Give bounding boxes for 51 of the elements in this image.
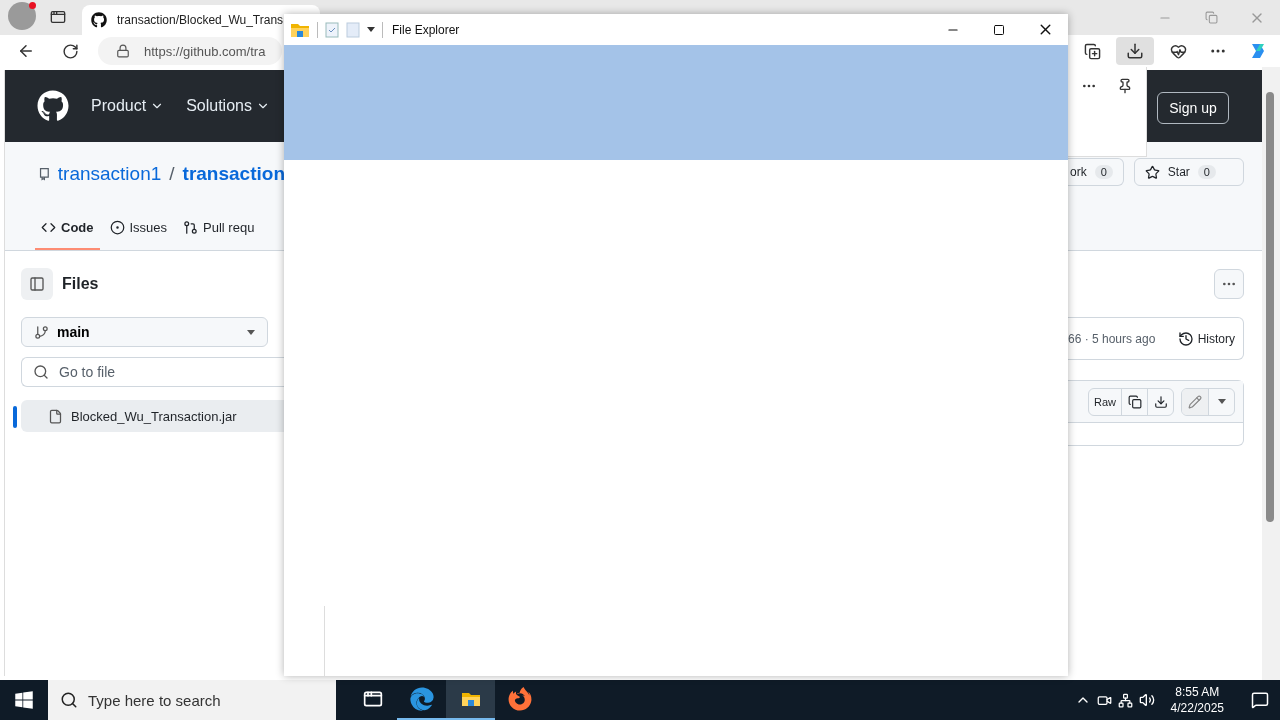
- selection-indicator: [13, 406, 17, 428]
- taskbar-app[interactable]: [446, 680, 495, 720]
- edge-icon: [409, 687, 434, 711]
- network-icon[interactable]: [1117, 692, 1133, 708]
- repo-tab[interactable]: Issues: [103, 206, 174, 250]
- caret-icon: [247, 329, 255, 335]
- address-bar[interactable]: https://github.com/tra: [98, 37, 282, 65]
- github-icon: [91, 12, 107, 28]
- caret-icon[interactable]: [367, 27, 375, 32]
- lock-icon: [116, 44, 130, 58]
- nav-link[interactable]: Solutions: [186, 97, 270, 115]
- issue-icon: [109, 219, 125, 235]
- notification-dot: [29, 1, 36, 9]
- repo-link[interactable]: transaction: [182, 163, 285, 185]
- files-title: Files: [62, 275, 99, 293]
- profile-avatar[interactable]: [8, 1, 36, 30]
- star-icon: [1144, 164, 1160, 180]
- sidebar-toggle-icon[interactable]: [21, 268, 53, 300]
- history-icon: [1177, 330, 1194, 347]
- history-button[interactable]: History: [1177, 330, 1235, 347]
- task-view-icon: [362, 689, 383, 709]
- star-button[interactable]: Star 0: [1133, 158, 1244, 186]
- scrollbar[interactable]: [1262, 67, 1280, 680]
- repo-icon: [39, 166, 50, 182]
- pull-request-icon: [183, 219, 199, 235]
- nav-link[interactable]: Product: [91, 97, 165, 115]
- branch-select[interactable]: main: [21, 317, 268, 347]
- download-icon[interactable]: [1116, 37, 1154, 65]
- clock[interactable]: 8:55 AM 4/22/2025: [1160, 684, 1234, 716]
- file-icon: [48, 408, 63, 424]
- owner-link[interactable]: transaction1: [57, 163, 162, 185]
- star-count: 0: [1197, 165, 1216, 179]
- browser-tab[interactable]: transaction/Blocked_Wu_Trans: [82, 5, 320, 35]
- properties-icon[interactable]: [325, 21, 339, 38]
- search-icon: [60, 691, 78, 709]
- folder-icon: [460, 690, 481, 708]
- search-field[interactable]: Go to file: [21, 357, 285, 387]
- window-title: File Explorer: [392, 22, 460, 37]
- edit-icon[interactable]: [1182, 388, 1208, 415]
- fork-count: 0: [1094, 165, 1113, 179]
- path-separator: /: [169, 163, 175, 185]
- volume-icon[interactable]: [1138, 692, 1155, 708]
- sign-up-button[interactable]: Sign up: [1157, 92, 1229, 124]
- branch-icon: [34, 324, 49, 340]
- fork-button[interactable]: ork 0: [1068, 158, 1124, 186]
- repo-tab[interactable]: Pull requ: [177, 206, 261, 250]
- firefox-icon: [507, 687, 532, 711]
- taskbar-search-field[interactable]: Type here to search: [48, 680, 336, 720]
- commit-info: 66 · 5 hours ago: [1068, 331, 1156, 346]
- github-logo-icon[interactable]: [37, 90, 69, 122]
- search-icon: [33, 364, 49, 380]
